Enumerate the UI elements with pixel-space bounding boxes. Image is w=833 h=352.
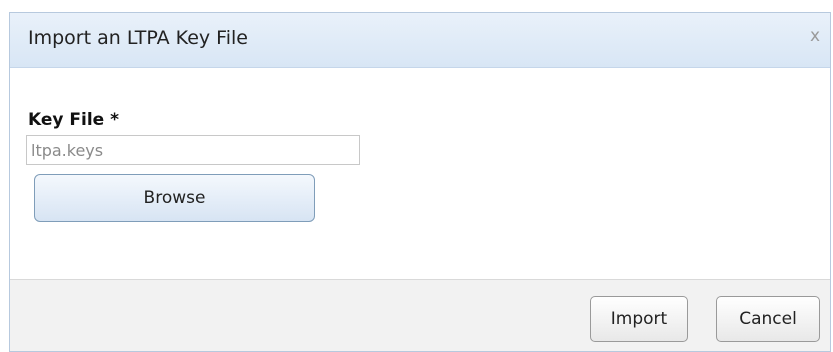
cancel-button[interactable]: Cancel xyxy=(716,296,820,342)
browse-button[interactable]: Browse xyxy=(34,174,315,222)
dialog-body: Key File * Browse xyxy=(10,68,830,279)
import-button[interactable]: Import xyxy=(590,296,688,342)
key-file-input[interactable] xyxy=(26,135,360,165)
key-file-label: Key File * xyxy=(28,110,120,130)
dialog-footer: Import Cancel xyxy=(10,279,830,351)
close-icon[interactable]: x xyxy=(810,26,820,46)
dialog-title: Import an LTPA Key File xyxy=(28,27,248,49)
import-ltpa-dialog: Import an LTPA Key File x Key File * Bro… xyxy=(9,12,831,352)
dialog-title-bar: Import an LTPA Key File x xyxy=(10,13,830,68)
